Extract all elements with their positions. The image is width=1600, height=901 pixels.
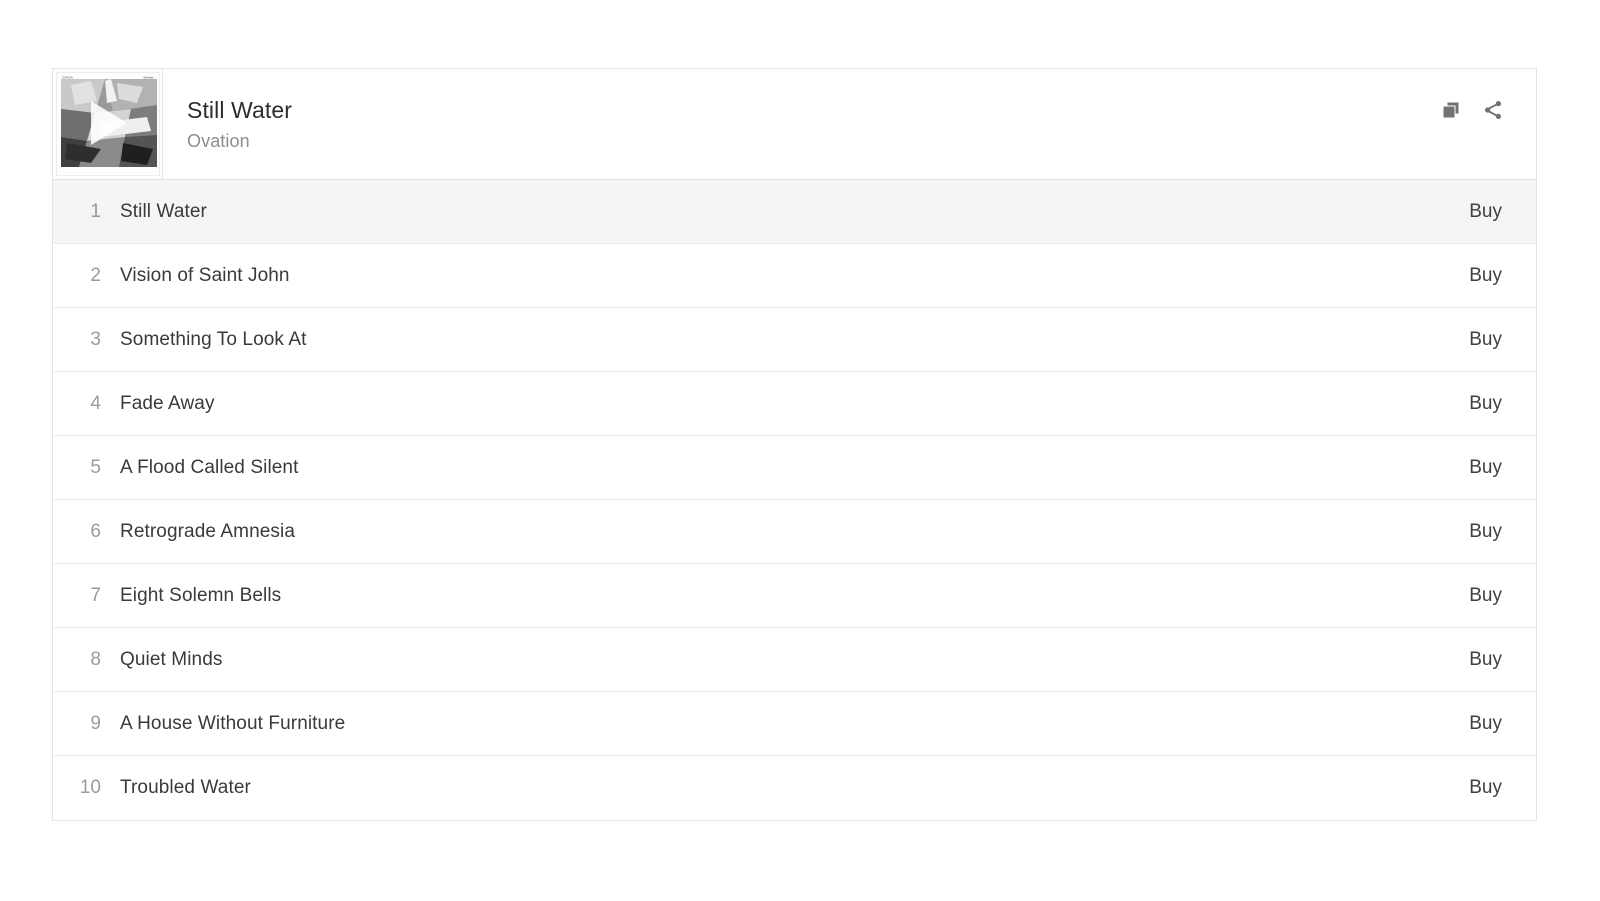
track-number: 2 (90, 264, 101, 286)
track-title: Fade Away (120, 392, 215, 414)
album-artist: Ovation (187, 130, 250, 151)
header-actions (1438, 69, 1536, 179)
buy-link[interactable]: Buy (1469, 584, 1536, 608)
track-number: 9 (90, 712, 101, 734)
track-title: A Flood Called Silent (120, 456, 299, 478)
table-row[interactable]: 9 A House Without Furniture Buy (53, 692, 1536, 756)
share-icon (1482, 99, 1504, 121)
buy-link[interactable]: Buy (1469, 392, 1536, 416)
track-number: 10 (79, 777, 101, 798)
track-title: Vision of Saint John (120, 264, 290, 286)
buy-link[interactable]: Buy (1469, 712, 1536, 736)
table-row[interactable]: 2 Vision of Saint John Buy (53, 244, 1536, 308)
track-list: 1 Still Water Buy 2 Vision of Saint John… (53, 180, 1536, 820)
buy-link[interactable]: Buy (1469, 520, 1536, 544)
album-title: Still Water (187, 96, 293, 123)
track-number: 1 (90, 200, 101, 222)
album-artwork[interactable]: OVATION Still Water (55, 72, 160, 176)
buy-link[interactable]: Buy (1469, 200, 1536, 224)
buy-link[interactable]: Buy (1469, 264, 1536, 288)
table-row[interactable]: 4 Fade Away Buy (53, 372, 1536, 436)
track-title: Retrograde Amnesia (120, 520, 296, 542)
album-artwork-container[interactable]: OVATION Still Water (53, 69, 163, 179)
track-title: Something To Look At (120, 328, 307, 350)
buy-link[interactable]: Buy (1469, 456, 1536, 480)
album-player-card: OVATION Still Water Still Water Ovation … (52, 68, 1537, 821)
track-number: 3 (90, 328, 101, 350)
table-row[interactable]: 6 Retrograde Amnesia Buy (53, 500, 1536, 564)
artwork-image (60, 79, 157, 167)
table-row[interactable]: 3 Something To Look At Buy (53, 308, 1536, 372)
album-header: OVATION Still Water Still Water Ovation (53, 69, 1536, 180)
copy-icon (1441, 100, 1461, 120)
buy-link[interactable]: Buy (1469, 648, 1536, 672)
track-title: Troubled Water (120, 777, 251, 798)
track-number: 7 (90, 584, 101, 606)
track-number: 6 (90, 520, 101, 542)
track-title: Eight Solemn Bells (120, 584, 282, 606)
buy-link[interactable]: Buy (1469, 328, 1536, 352)
track-title: Quiet Minds (120, 648, 223, 670)
track-number: 4 (90, 392, 101, 414)
page-root: OVATION Still Water Still Water Ovation … (0, 0, 1600, 901)
table-row[interactable]: 5 A Flood Called Silent Buy (53, 436, 1536, 500)
table-row[interactable]: 1 Still Water Buy (53, 180, 1536, 244)
track-title: Still Water (120, 200, 207, 222)
table-row[interactable]: 7 Eight Solemn Bells Buy (53, 564, 1536, 628)
album-info: Still Water Ovation (163, 69, 1438, 179)
table-row[interactable]: 8 Quiet Minds Buy (53, 628, 1536, 692)
track-number: 8 (90, 648, 101, 670)
share-button[interactable] (1480, 97, 1506, 123)
copy-button[interactable] (1438, 97, 1464, 123)
track-title: A House Without Furniture (120, 712, 346, 734)
table-row[interactable]: 10 Troubled Water Buy (53, 756, 1536, 820)
buy-link[interactable]: Buy (1469, 776, 1536, 800)
track-number: 5 (90, 456, 101, 478)
